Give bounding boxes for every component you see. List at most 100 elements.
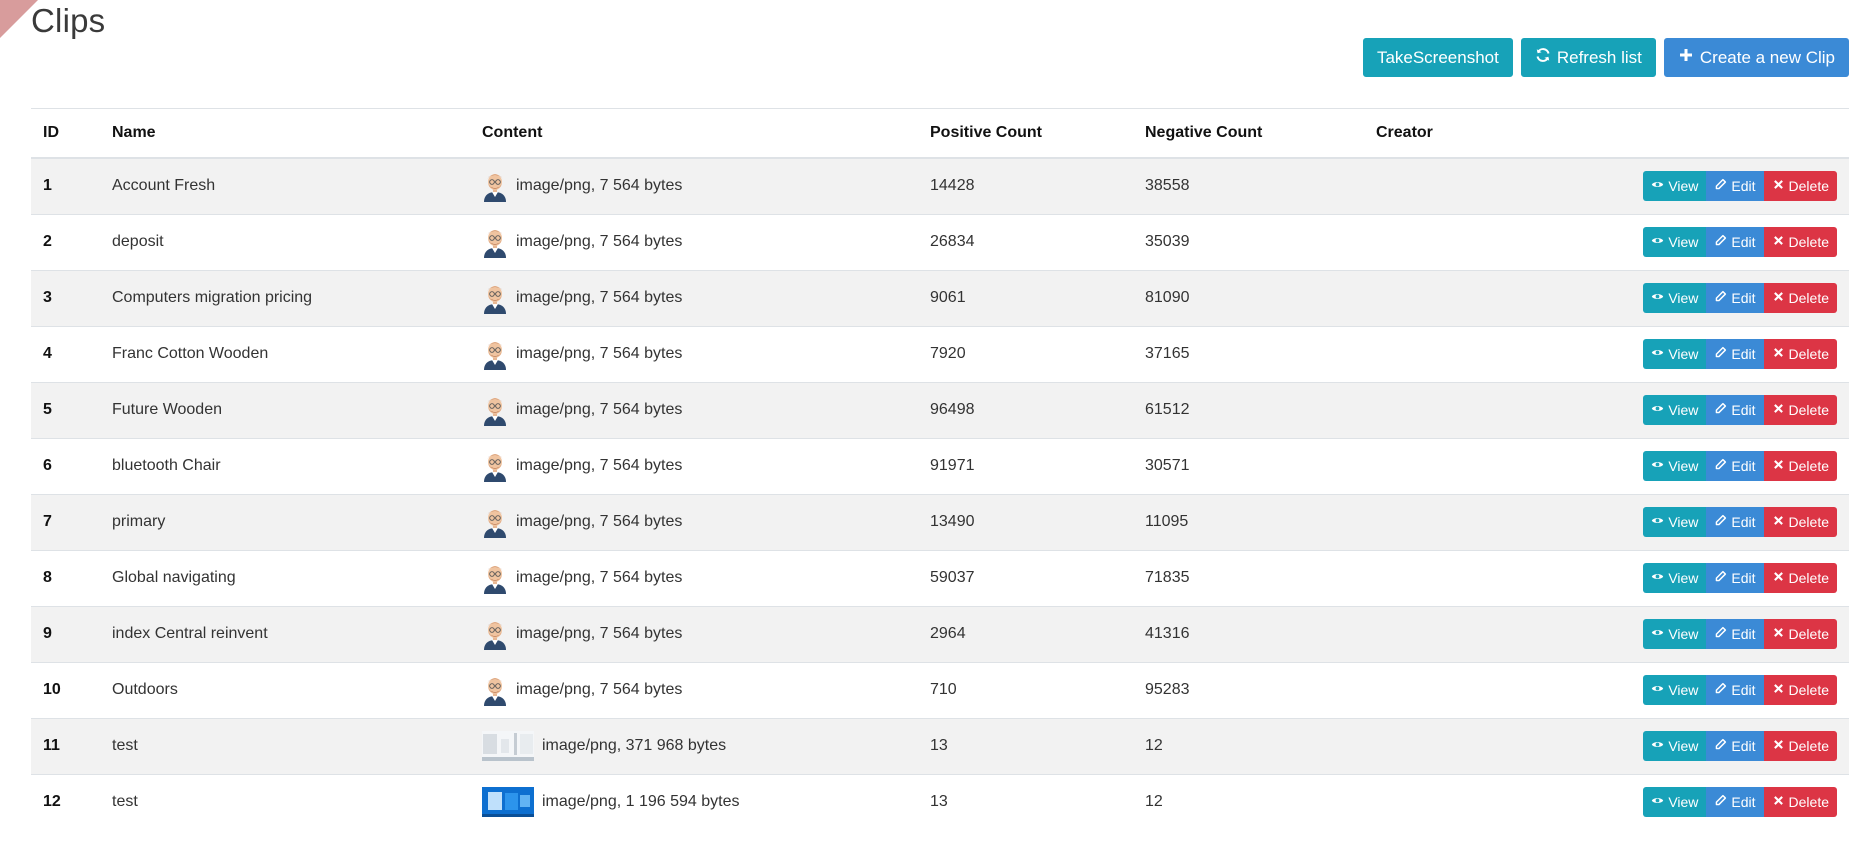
content-info: image/png, 7 564 bytes [516, 681, 683, 698]
pencil-icon [1714, 290, 1727, 306]
row-positive-count: 7920 [918, 325, 1133, 382]
view-button[interactable]: View [1643, 619, 1707, 649]
row-creator [1364, 325, 1568, 382]
row-actions: View Edit Delete [1568, 605, 1849, 662]
delete-button[interactable]: Delete [1763, 507, 1837, 537]
edit-label: Edit [1731, 178, 1756, 195]
row-content: image/png, 7 564 bytes [470, 437, 918, 494]
row-id: 3 [31, 269, 100, 326]
edit-button[interactable]: Edit [1706, 171, 1764, 202]
edit-button[interactable]: Edit [1706, 451, 1764, 481]
delete-button[interactable]: Delete [1763, 171, 1837, 202]
content-info: image/png, 7 564 bytes [516, 457, 683, 474]
edit-button[interactable]: Edit [1706, 563, 1764, 593]
row-positive-count: 14428 [918, 157, 1133, 214]
eye-icon [1651, 402, 1664, 418]
eye-icon [1651, 234, 1664, 250]
row-creator [1364, 381, 1568, 438]
content-info: image/png, 7 564 bytes [516, 345, 683, 362]
delete-button[interactable]: Delete [1763, 787, 1837, 818]
row-creator [1364, 717, 1568, 774]
row-content: image/png, 1 196 594 bytes [470, 773, 918, 830]
view-button[interactable]: View [1643, 787, 1707, 818]
x-icon [1772, 738, 1785, 754]
row-id: 11 [31, 717, 100, 774]
content-thumbnail [482, 226, 508, 258]
edit-button[interactable]: Edit [1706, 619, 1764, 649]
delete-button[interactable]: Delete [1763, 451, 1837, 481]
delete-label: Delete [1788, 178, 1829, 195]
delete-label: Delete [1788, 346, 1829, 362]
content-thumbnail [482, 731, 534, 761]
row-negative-count: 11095 [1133, 493, 1364, 550]
view-label: View [1668, 626, 1699, 642]
delete-button[interactable]: Delete [1763, 563, 1837, 593]
create-clip-button[interactable]: Create a new Clip [1663, 38, 1849, 77]
view-button[interactable]: View [1643, 283, 1707, 313]
delete-label: Delete [1788, 234, 1829, 250]
content-thumbnail [482, 618, 508, 650]
view-button[interactable]: View [1643, 339, 1707, 369]
row-action-group: View Edit Delete [1643, 339, 1837, 369]
view-button[interactable]: View [1643, 675, 1707, 705]
delete-button[interactable]: Delete [1763, 339, 1837, 369]
content-info: image/png, 7 564 bytes [516, 569, 683, 586]
table-row: 8 Global navigating image/png, 7 564 byt… [31, 549, 1849, 606]
pencil-icon [1714, 234, 1727, 250]
row-content: image/png, 7 564 bytes [470, 157, 918, 214]
view-label: View [1668, 290, 1699, 306]
edit-button[interactable]: Edit [1706, 507, 1764, 537]
row-negative-count: 41316 [1133, 605, 1364, 662]
take-screenshot-button[interactable]: TakeScreenshot [1362, 38, 1513, 77]
table-row: 1 Account Fresh image/png, 7 564 bytes 1… [31, 157, 1849, 214]
row-name: Franc Cotton Wooden [100, 325, 470, 382]
delete-button[interactable]: Delete [1763, 675, 1837, 705]
row-negative-count: 71835 [1133, 549, 1364, 606]
row-negative-count: 12 [1133, 717, 1364, 774]
edit-label: Edit [1731, 234, 1756, 250]
edit-button[interactable]: Edit [1706, 395, 1764, 425]
row-id: 10 [31, 661, 100, 718]
row-content: image/png, 7 564 bytes [470, 269, 918, 326]
view-button[interactable]: View [1643, 507, 1707, 537]
view-button[interactable]: View [1643, 563, 1707, 593]
content-thumbnail [482, 506, 508, 538]
delete-button[interactable]: Delete [1763, 395, 1837, 425]
header-actions [1568, 108, 1849, 159]
edit-button[interactable]: Edit [1706, 339, 1764, 369]
row-negative-count: 12 [1133, 773, 1364, 830]
edit-button[interactable]: Edit [1706, 675, 1764, 705]
edit-button[interactable]: Edit [1706, 731, 1764, 761]
table-row: 11 test image/png, 371 968 bytes 13 12 V… [31, 717, 1849, 774]
edit-button[interactable]: Edit [1706, 227, 1764, 257]
row-actions: View Edit Delete [1568, 269, 1849, 326]
toolbar: TakeScreenshot Refresh list Create a new… [1362, 38, 1849, 77]
view-button[interactable]: View [1643, 171, 1707, 202]
delete-button[interactable]: Delete [1763, 619, 1837, 649]
take-screenshot-label: TakeScreenshot [1376, 47, 1499, 67]
delete-button[interactable]: Delete [1763, 283, 1837, 313]
view-button[interactable]: View [1643, 731, 1707, 761]
edit-button[interactable]: Edit [1706, 283, 1764, 313]
delete-button[interactable]: Delete [1763, 731, 1837, 761]
pencil-icon [1714, 682, 1727, 698]
delete-label: Delete [1788, 738, 1829, 754]
row-positive-count: 59037 [918, 549, 1133, 606]
view-label: View [1668, 794, 1699, 811]
content-info: image/png, 7 564 bytes [516, 233, 683, 250]
row-action-group: View Edit Delete [1643, 731, 1837, 761]
eye-icon [1651, 626, 1664, 642]
pencil-icon [1714, 402, 1727, 418]
view-button[interactable]: View [1643, 451, 1707, 481]
content-thumbnail [482, 787, 534, 818]
row-name: Outdoors [100, 661, 470, 718]
row-actions: View Edit Delete [1568, 717, 1849, 774]
view-button[interactable]: View [1643, 227, 1707, 257]
eye-icon [1651, 514, 1664, 530]
refresh-list-button[interactable]: Refresh list [1520, 38, 1656, 77]
row-id: 8 [31, 549, 100, 606]
delete-button[interactable]: Delete [1763, 227, 1837, 257]
edit-button[interactable]: Edit [1706, 787, 1764, 818]
view-button[interactable]: View [1643, 395, 1707, 425]
row-name: Global navigating [100, 549, 470, 606]
